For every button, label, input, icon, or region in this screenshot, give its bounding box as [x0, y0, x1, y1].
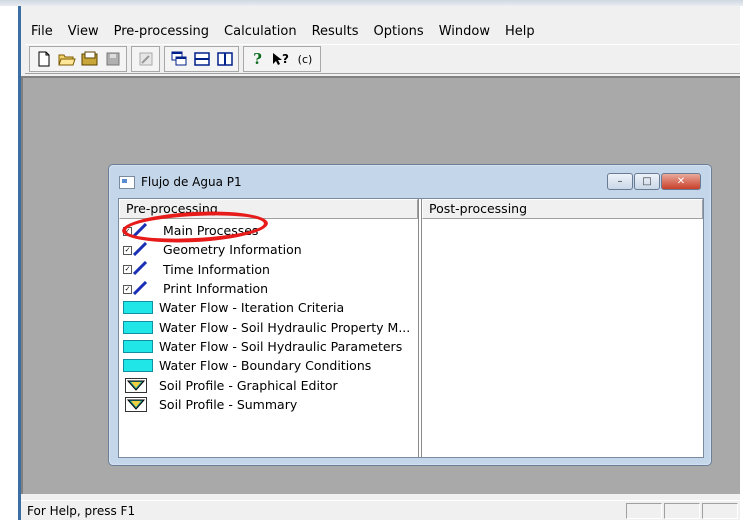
close-button[interactable]: ✕ — [661, 173, 701, 190]
water-icon — [123, 359, 153, 373]
minimize-button[interactable]: – — [607, 173, 633, 190]
window-controls: – □ ✕ — [606, 173, 701, 190]
child-window-title: Flujo de Agua P1 — [141, 175, 242, 189]
open-folder-icon — [57, 54, 76, 66]
list-item-water-flow-parameters[interactable]: Water Flow - Soil Hydraulic Parameters — [119, 337, 418, 356]
child-title-bar[interactable]: Flujo de Agua P1 — [119, 175, 242, 189]
tile-horizontal-button[interactable] — [191, 49, 212, 70]
post-processing-pane: Post-processing — [421, 199, 703, 457]
new-file-icon — [38, 51, 49, 67]
help-question-icon: ? — [253, 50, 262, 68]
toolbar-window-group — [164, 46, 239, 72]
pre-processing-pane: Pre-processing ✓ Main Processes ✓ Geomet… — [119, 199, 419, 457]
context-help-button[interactable]: ? — [270, 49, 291, 70]
list-item-label: Geometry Information — [163, 242, 302, 258]
list-item-geometry-information[interactable]: ✓ Geometry Information — [119, 240, 418, 259]
list-item-soil-profile-summary[interactable]: Soil Profile - Summary — [119, 395, 418, 414]
list-item-label: Time Information — [163, 261, 270, 277]
soil-profile-icon — [125, 396, 147, 412]
status-pane-2 — [664, 502, 700, 519]
minimize-icon: – — [617, 176, 623, 187]
checkbox-pen-icon: ✓ — [123, 280, 157, 297]
list-item-time-information[interactable]: ✓ Time Information — [119, 260, 418, 279]
list-item-main-processes[interactable]: ✓ Main Processes — [119, 221, 418, 240]
arrow-pointer-icon — [273, 53, 283, 65]
list-item-label: Water Flow - Iteration Criteria — [159, 300, 345, 316]
help-button[interactable]: ? — [247, 49, 268, 70]
checkbox-pen-icon: ✓ — [123, 222, 157, 239]
list-item-label: Print Information — [163, 281, 269, 297]
checkbox-pen-icon: ✓ — [123, 241, 157, 258]
context-help-question: ? — [282, 52, 289, 66]
desktop-strip — [0, 6, 18, 520]
save-disk-icon — [106, 52, 119, 66]
open-project-button[interactable] — [79, 49, 100, 70]
list-item-label: Main Processes — [163, 223, 259, 239]
menu-file[interactable]: File — [31, 24, 53, 39]
list-item-water-flow-boundary[interactable]: Water Flow - Boundary Conditions — [119, 356, 418, 375]
pre-processing-header[interactable]: Pre-processing — [119, 199, 418, 219]
status-pane-1 — [626, 502, 662, 519]
cascade-button[interactable] — [168, 49, 189, 70]
list-item-label: Water Flow - Boundary Conditions — [159, 358, 372, 374]
project-child-window: Flujo de Agua P1 – □ ✕ Pre-processing ✓ … — [108, 164, 712, 466]
menu-window[interactable]: Window — [439, 24, 490, 39]
list-item-water-flow-property-model[interactable]: Water Flow - Soil Hydraulic Property M..… — [119, 317, 418, 336]
list-item-label: Water Flow - Soil Hydraulic Parameters — [159, 338, 403, 354]
maximize-button[interactable]: □ — [634, 173, 660, 190]
water-icon — [123, 320, 153, 334]
menu-bar: File View Pre-processing Calculation Res… — [21, 20, 740, 42]
toolbar-file-group — [29, 46, 127, 72]
open-file-button[interactable] — [56, 49, 77, 70]
edit-pen-icon — [139, 52, 152, 66]
maximize-icon: □ — [642, 176, 652, 187]
menu-options[interactable]: Options — [374, 24, 424, 39]
tile-vertical-button[interactable] — [214, 49, 235, 70]
list-item-print-information[interactable]: ✓ Print Information — [119, 279, 418, 298]
new-file-button[interactable] — [33, 49, 54, 70]
post-processing-header[interactable]: Post-processing — [422, 199, 703, 219]
project-folder-icon — [81, 51, 97, 66]
water-icon — [123, 301, 153, 315]
soil-profile-icon — [125, 377, 147, 393]
cascade-windows-icon — [171, 51, 186, 66]
tile-horizontal-icon — [193, 52, 210, 66]
list-item-label: Soil Profile - Graphical Editor — [159, 377, 338, 393]
status-text: For Help, press F1 — [27, 503, 136, 518]
menu-pre-processing[interactable]: Pre-processing — [114, 24, 209, 39]
menu-help[interactable]: Help — [505, 24, 535, 39]
menu-view[interactable]: View — [68, 24, 99, 39]
toolbar: ? ? (c) — [25, 44, 740, 74]
child-client-area: Pre-processing ✓ Main Processes ✓ Geomet… — [118, 198, 704, 458]
list-item-soil-profile-editor[interactable]: Soil Profile - Graphical Editor — [119, 375, 418, 394]
list-item-label: Soil Profile - Summary — [159, 396, 298, 412]
checkbox-pen-icon: ✓ — [123, 261, 157, 277]
window-app-icon — [119, 175, 135, 189]
about-button[interactable]: (c) — [293, 49, 317, 70]
toolbar-edit-group — [131, 46, 160, 72]
edit-button[interactable] — [135, 49, 156, 70]
list-item-water-flow-iteration[interactable]: Water Flow - Iteration Criteria — [119, 298, 418, 317]
list-item-label: Water Flow - Soil Hydraulic Property M..… — [159, 319, 411, 335]
copyright-label: (c) — [297, 52, 313, 66]
toolbar-help-group: ? ? (c) — [243, 46, 321, 72]
status-pane-3 — [702, 502, 738, 519]
tile-vertical-icon — [216, 52, 233, 66]
close-icon: ✕ — [676, 176, 686, 187]
pre-processing-list: ✓ Main Processes ✓ Geometry Information … — [119, 219, 418, 414]
menu-calculation[interactable]: Calculation — [224, 24, 297, 39]
water-icon — [123, 339, 153, 353]
status-bar: For Help, press F1 — [21, 500, 740, 520]
save-button[interactable] — [102, 49, 123, 70]
menu-results[interactable]: Results — [312, 24, 359, 39]
